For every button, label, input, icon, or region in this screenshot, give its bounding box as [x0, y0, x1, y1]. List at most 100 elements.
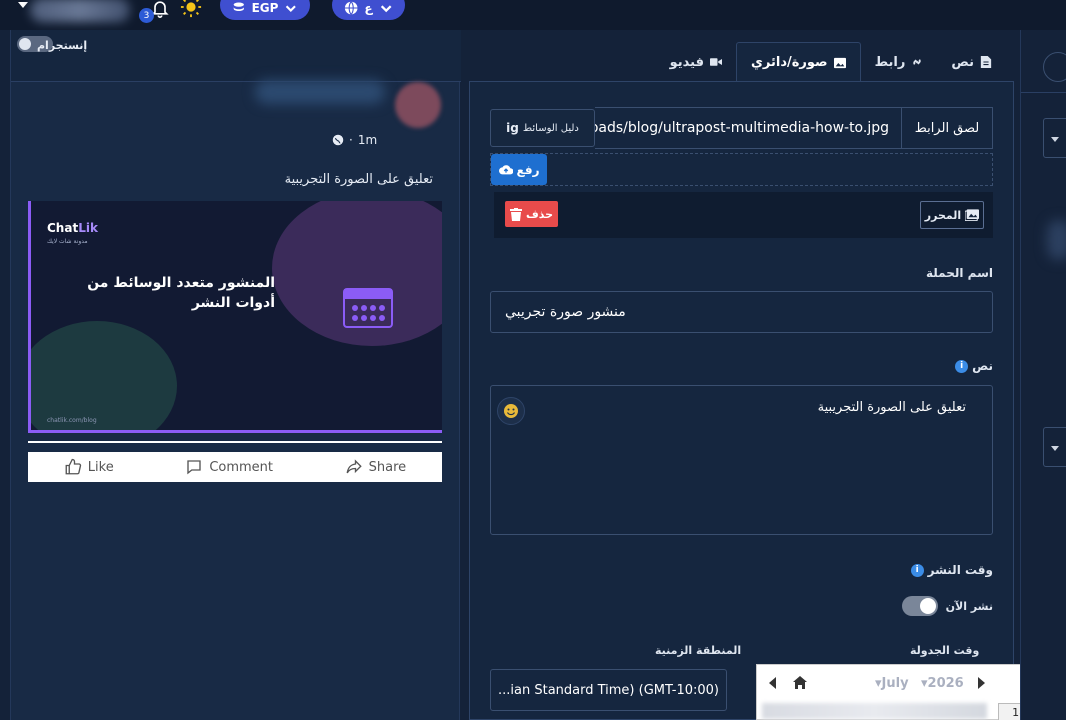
user-name-blurred[interactable]: [30, 0, 130, 22]
delete-media-button[interactable]: حذف: [505, 201, 558, 227]
media-url-input[interactable]: loads/blog/ultrapost-multimedia-how-to.j…: [595, 107, 902, 149]
image-brand: ChatLik: [47, 221, 98, 235]
right-select-2[interactable]: [1043, 427, 1066, 467]
campaign-name-label-text: اسم الحملة: [926, 266, 993, 280]
share-icon: [346, 459, 362, 474]
publish-now-toggle[interactable]: [901, 596, 938, 616]
tab-label: رابط: [874, 54, 906, 70]
datepicker-year[interactable]: ▾2026: [921, 676, 964, 691]
schedule-time-label: وقت الجدولة: [910, 644, 980, 657]
smiley-icon: [504, 404, 518, 418]
language-label: ع: [364, 1, 373, 15]
post-editor-panel: دليل الوسائط ig loads/blog/ultrapost-mul…: [469, 81, 1014, 720]
right-search-pill[interactable]: [1043, 52, 1066, 82]
calendar-icon: [343, 288, 393, 328]
right-side-panel: [1020, 30, 1066, 720]
post-separator: ·: [349, 133, 353, 147]
document-icon: [980, 56, 992, 68]
post-image: ChatLik مدونة شات لايك المنشور متعدد الو…: [28, 201, 442, 433]
post-avatar: [395, 82, 441, 128]
image-editor-button[interactable]: المحرر: [920, 201, 984, 229]
post-time: 1m: [357, 133, 378, 147]
brand-main: Chat: [47, 221, 79, 235]
media-guide-badge: ig: [506, 121, 519, 135]
coins-icon: [233, 2, 244, 11]
user-menu-caret-icon[interactable]: [18, 2, 28, 8]
next-month-icon[interactable]: [977, 677, 985, 689]
upload-dropzone[interactable]: رفع: [490, 153, 993, 186]
datepicker-month[interactable]: ▾July: [875, 676, 909, 691]
instagram-toggle-label: إنستجرام: [37, 39, 88, 52]
info-icon[interactable]: i: [955, 359, 969, 373]
image-url: chatlik.com/blog: [47, 417, 97, 424]
share-button[interactable]: Share: [345, 458, 407, 476]
post-text-area[interactable]: تعليق على الصورة التجريبية: [490, 385, 993, 535]
tab-label: صورة/دائري: [750, 55, 828, 70]
weekday-row-blurred: [762, 703, 987, 719]
delete-label: حذف: [525, 207, 554, 221]
publish-time-label-text: وقت النشر: [927, 563, 993, 577]
year-label: 2026: [927, 676, 964, 691]
preview-platform-bar: إنستجرام: [11, 30, 461, 82]
like-button[interactable]: Like: [64, 458, 114, 476]
right-select-1[interactable]: [1043, 118, 1066, 158]
campaign-name-input[interactable]: منشور صورة تجريبي: [490, 291, 993, 333]
campaign-name-label: اسم الحملة: [490, 266, 993, 280]
info-icon[interactable]: i: [910, 563, 924, 577]
link-icon: [913, 59, 922, 65]
tab-label: فيديو: [669, 54, 704, 70]
media-guide-label: دليل الوسائط: [522, 122, 579, 134]
post-author-blurred: [255, 80, 385, 104]
publish-time-label: وقت النشر i: [490, 563, 993, 577]
post-divider: [28, 441, 442, 443]
trash-icon: [509, 207, 522, 221]
post-actions: Like Comment Share: [28, 452, 442, 482]
currency-label: EGP: [251, 1, 279, 15]
currency-selector[interactable]: EGP: [220, 0, 310, 20]
sun-icon[interactable]: [180, 0, 202, 18]
globe-icon: [332, 134, 344, 146]
image-icon: [833, 57, 846, 68]
share-label: Share: [368, 459, 407, 475]
previous-month-icon[interactable]: [769, 677, 777, 689]
video-camera-icon: [709, 58, 722, 66]
text-label: نص i: [490, 359, 993, 373]
timezone-select[interactable]: ...ian Standard Time) (GMT-10:00): [490, 669, 727, 711]
upload-button[interactable]: رفع: [491, 154, 547, 185]
media-toolbar: حذف المحرر: [494, 192, 993, 238]
chevron-down-icon: [380, 5, 392, 13]
tab-label: نص: [951, 54, 974, 70]
caret-down-icon: [1051, 446, 1059, 451]
emoji-button[interactable]: [497, 397, 525, 425]
timezone-label: المنطقة الزمنية: [655, 644, 742, 657]
editor-label: المحرر: [924, 208, 962, 222]
top-bar: 3 EGP ع: [0, 0, 1066, 30]
datepicker-popup: ▾July ▾2026 18:00: [756, 664, 1063, 720]
post-meta: · 1m: [332, 133, 377, 147]
publish-now-label: نشر الآن: [945, 599, 993, 613]
like-label: Like: [87, 459, 114, 475]
image-title: المنشور متعدد الوسائط من أدوات النشر: [87, 275, 275, 311]
comment-button[interactable]: Comment: [185, 458, 273, 476]
post-text-value: تعليق على الصورة التجريبية: [817, 400, 966, 415]
timezone-value: ...ian Standard Time) (GMT-10:00): [498, 682, 719, 698]
text-label-text: نص: [972, 359, 993, 373]
tab-text[interactable]: نص: [937, 42, 1006, 82]
post-text: تعليق على الصورة التجريبية: [284, 172, 433, 187]
media-url-group: دليل الوسائط ig loads/blog/ultrapost-mul…: [490, 107, 993, 149]
chevron-down-icon: [286, 5, 297, 13]
notifications-badge: 3: [139, 8, 154, 23]
tab-video[interactable]: فيديو: [656, 42, 736, 82]
globe-icon: [344, 1, 358, 15]
media-guide-button[interactable]: دليل الوسائط ig: [490, 109, 595, 147]
comment-icon: [187, 460, 202, 475]
cloud-upload-icon: [498, 164, 513, 174]
upload-label: رفع: [516, 162, 540, 177]
home-icon[interactable]: [793, 676, 807, 689]
image-brand-subtitle: مدونة شات لايك: [47, 238, 88, 245]
paste-link-button[interactable]: لصق الرابط: [902, 107, 993, 149]
tab-link[interactable]: رابط: [861, 42, 938, 82]
tab-image-carousel[interactable]: صورة/دائري: [735, 42, 861, 82]
language-selector[interactable]: ع: [332, 0, 405, 20]
publish-now-row: نشر الآن: [490, 596, 993, 616]
